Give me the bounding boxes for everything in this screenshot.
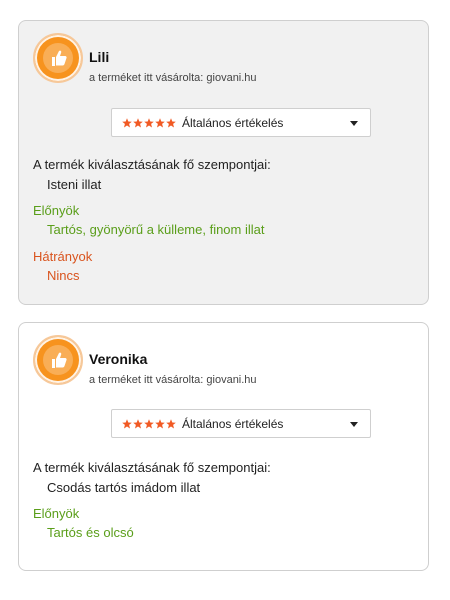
- purchase-source-prefix: a terméket itt vásárolta:: [89, 72, 207, 84]
- pros-value: Tartós és olcsó: [47, 525, 134, 540]
- cons-value: Nincs: [47, 268, 80, 283]
- star-icon: [144, 117, 154, 127]
- star-icon: [166, 117, 176, 127]
- rating-dropdown[interactable]: Általános értékelés: [111, 108, 371, 137]
- criteria-value: Isteni illat: [47, 177, 102, 192]
- star-icon: [144, 418, 154, 428]
- review-author: Veronika: [89, 351, 148, 367]
- star-icon: [122, 117, 132, 127]
- verified-buyer-badge-icon: [33, 335, 83, 385]
- star-icon: [122, 418, 132, 428]
- criteria-value: Csodás tartós imádom illat: [47, 480, 201, 495]
- caret-down-icon: [350, 422, 358, 427]
- verified-buyer-badge-icon: [33, 33, 83, 83]
- review-author: Lili: [89, 49, 110, 65]
- criteria-title: A termék kiválasztásának fő szempontjai:: [33, 157, 271, 172]
- star-icon: [155, 117, 165, 127]
- star-icon: [133, 418, 143, 428]
- purchase-source-site: giovani.hu: [206, 374, 257, 386]
- caret-down-icon: [350, 121, 358, 126]
- star-icon: [166, 418, 176, 428]
- criteria-title: A termék kiválasztásának fő szempontjai:: [33, 460, 271, 475]
- cons-title: Hátrányok: [33, 249, 93, 264]
- purchase-source: a terméket itt vásárolta: giovani.hu: [89, 374, 257, 386]
- review-card: Lili a terméket itt vásárolta: giovani.h…: [18, 20, 429, 305]
- purchase-source: a terméket itt vásárolta: giovani.hu: [89, 72, 257, 84]
- purchase-source-prefix: a terméket itt vásárolta:: [89, 374, 207, 386]
- review-card: Veronika a terméket itt vásárolta: giova…: [18, 322, 429, 571]
- star-icon: [155, 418, 165, 428]
- pros-title: Előnyök: [33, 203, 80, 218]
- rating-stars: [122, 418, 176, 429]
- rating-stars: [122, 117, 176, 128]
- rating-dropdown[interactable]: Általános értékelés: [111, 409, 371, 438]
- pros-title: Előnyök: [33, 506, 80, 521]
- rating-dropdown-label: Általános értékelés: [182, 416, 284, 431]
- rating-dropdown-label: Általános értékelés: [182, 115, 284, 130]
- pros-value: Tartós, gyönyörű a külleme, finom illat: [47, 222, 265, 237]
- star-icon: [133, 117, 143, 127]
- purchase-source-site: giovani.hu: [206, 72, 257, 84]
